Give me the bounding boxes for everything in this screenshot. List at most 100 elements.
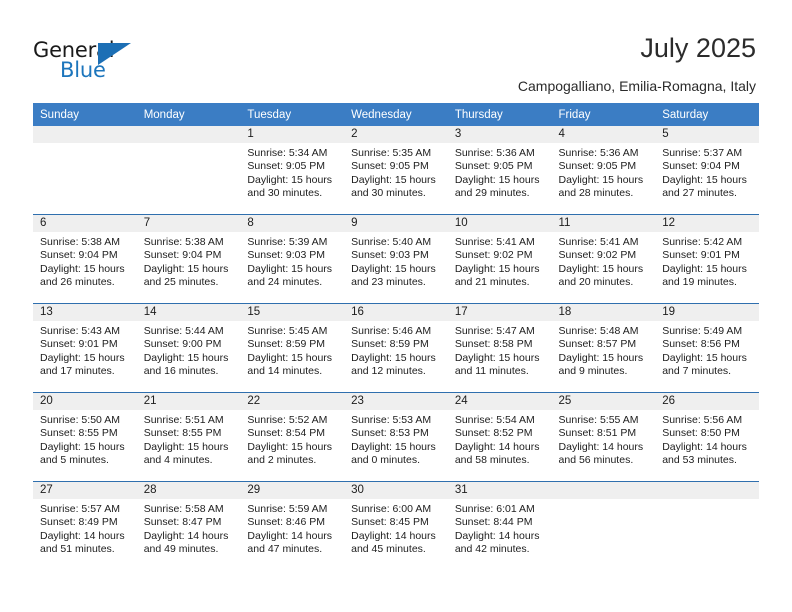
day-number: 8	[240, 215, 345, 232]
day-number: 21	[136, 393, 241, 410]
daylight-text: Daylight: 15 hours	[247, 440, 333, 453]
sunrise-text: Sunrise: 5:46 AM	[351, 325, 432, 337]
weekday-header-monday: Monday	[136, 103, 241, 126]
calendar-day-cell[interactable]: 13 Sunrise: 5:43 AM Sunset: 9:01 PM Dayligh…	[33, 303, 137, 393]
calendar-day-cell[interactable]: 17 Sunrise: 5:47 AM Sunset: 8:58 PM Dayligh…	[447, 303, 552, 393]
sun-info: Sunrise: 5:58 AM Sunset: 8:47 PM Daylight:…	[137, 499, 241, 557]
daylight-text: and 19 minutes.	[662, 276, 737, 289]
daylight-text: Daylight: 15 hours	[247, 262, 333, 275]
calendar-day-cell[interactable]: 20 Sunrise: 5:50 AM Sunset: 8:55 PM Dayligh…	[33, 392, 137, 482]
calendar-day-cell[interactable]: 6 Sunrise: 5:38 AM Sunset: 9:04 PM Daylight…	[33, 214, 137, 304]
calendar-day-cell-empty	[33, 126, 137, 215]
sun-info: Sunrise: 5:38 AM Sunset: 9:04 PM Daylight:…	[137, 232, 241, 290]
sun-info: Sunrise: 5:50 AM Sunset: 8:55 PM Daylight:…	[33, 410, 137, 468]
daylight-text: Daylight: 15 hours	[351, 351, 436, 364]
calendar-day-cell[interactable]: 25 Sunrise: 5:55 AM Sunset: 8:51 PM Dayligh…	[551, 392, 656, 482]
sunrise-text: Sunrise: 5:44 AM	[143, 325, 224, 337]
day-number	[655, 482, 759, 499]
day-number: 20	[33, 393, 137, 410]
generalblue-logo[interactable]: General Blue	[33, 38, 163, 84]
calendar-day-cell[interactable]: 27 Sunrise: 5:57 AM Sunset: 8:49 PM Dayligh…	[33, 481, 137, 570]
calendar-day-cell[interactable]: 5 Sunrise: 5:37 AM Sunset: 9:04 PM Daylight…	[655, 126, 759, 215]
page-title: July 2025	[640, 33, 756, 63]
day-number: 1	[240, 126, 345, 143]
sunset-text: Sunset: 9:03 PM	[247, 249, 326, 262]
daylight-text: and 14 minutes.	[247, 365, 323, 378]
sun-info: Sunrise: 5:53 AM Sunset: 8:53 PM Daylight:…	[344, 410, 448, 468]
sun-info: Sunrise: 5:43 AM Sunset: 9:01 PM Daylight:…	[33, 321, 137, 379]
daylight-text: and 21 minutes.	[454, 276, 530, 289]
sunset-text: Sunset: 9:00 PM	[143, 338, 222, 351]
daylight-text: Daylight: 15 hours	[454, 173, 540, 186]
sunrise-text: Sunrise: 5:58 AM	[143, 503, 224, 515]
day-number: 29	[240, 482, 345, 499]
calendar-day-cell[interactable]: 2 Sunrise: 5:35 AM Sunset: 9:05 PM Daylight…	[344, 126, 448, 215]
calendar-day-cell[interactable]: 24 Sunrise: 5:54 AM Sunset: 8:52 PM Dayligh…	[447, 392, 552, 482]
daylight-text: and 45 minutes.	[351, 543, 426, 556]
sunset-text: Sunset: 9:01 PM	[662, 249, 740, 262]
calendar-day-cell[interactable]: 23 Sunrise: 5:53 AM Sunset: 8:53 PM Dayligh…	[344, 392, 448, 482]
daylight-text: and 28 minutes.	[558, 187, 634, 200]
sunset-text: Sunset: 9:01 PM	[40, 338, 118, 351]
calendar-day-cell[interactable]: 4 Sunrise: 5:36 AM Sunset: 9:05 PM Daylight…	[551, 126, 656, 215]
daylight-text: and 30 minutes.	[351, 187, 426, 200]
day-number: 9	[344, 215, 448, 232]
day-number: 24	[447, 393, 552, 410]
calendar-day-cell[interactable]: 26 Sunrise: 5:56 AM Sunset: 8:50 PM Dayligh…	[655, 392, 759, 482]
sun-info: Sunrise: 5:54 AM Sunset: 8:52 PM Daylight:…	[448, 410, 552, 468]
calendar-day-cell-empty	[551, 481, 656, 570]
calendar-day-cell[interactable]: 9 Sunrise: 5:40 AM Sunset: 9:03 PM Daylight…	[344, 214, 448, 304]
calendar-day-cell[interactable]: 31 Sunrise: 6:01 AM Sunset: 8:44 PM Dayligh…	[447, 481, 552, 570]
sunset-text: Sunset: 8:57 PM	[558, 338, 637, 351]
calendar-day-cell[interactable]: 7 Sunrise: 5:38 AM Sunset: 9:04 PM Daylight…	[136, 214, 241, 304]
daylight-text: and 11 minutes.	[454, 365, 529, 378]
daylight-text: Daylight: 15 hours	[454, 351, 540, 364]
calendar-week-row: 1 Sunrise: 5:34 AM Sunset: 9:05 PM Daylight…	[33, 126, 759, 215]
calendar-day-cell[interactable]: 11 Sunrise: 5:41 AM Sunset: 9:02 PM Dayligh…	[551, 214, 656, 304]
calendar-day-cell[interactable]: 10 Sunrise: 5:41 AM Sunset: 9:02 PM Dayligh…	[447, 214, 552, 304]
daylight-text: and 16 minutes.	[143, 365, 219, 378]
sunset-text: Sunset: 8:54 PM	[247, 427, 326, 440]
day-number: 27	[33, 482, 137, 499]
sunset-text: Sunset: 8:44 PM	[454, 516, 533, 529]
calendar-day-cell[interactable]: 1 Sunrise: 5:34 AM Sunset: 9:05 PM Daylight…	[240, 126, 345, 215]
daylight-text: Daylight: 15 hours	[662, 351, 747, 364]
calendar-day-cell[interactable]: 14 Sunrise: 5:44 AM Sunset: 9:00 PM Dayligh…	[136, 303, 241, 393]
daylight-text: and 23 minutes.	[351, 276, 426, 289]
daylight-text: and 0 minutes.	[351, 454, 420, 467]
sunset-text: Sunset: 8:46 PM	[247, 516, 326, 529]
daylight-text: and 47 minutes.	[247, 543, 323, 556]
daylight-text: Daylight: 14 hours	[40, 529, 125, 542]
calendar-day-cell[interactable]: 8 Sunrise: 5:39 AM Sunset: 9:03 PM Daylight…	[240, 214, 345, 304]
day-number: 14	[136, 304, 241, 321]
calendar-day-cell[interactable]: 15 Sunrise: 5:45 AM Sunset: 8:59 PM Dayligh…	[240, 303, 345, 393]
calendar-page: General Blue July 2025 Campogalliano, Em…	[0, 0, 792, 612]
sun-info: Sunrise: 5:39 AM Sunset: 9:03 PM Daylight:…	[240, 232, 344, 290]
sunrise-text: Sunrise: 5:41 AM	[454, 236, 535, 248]
sunrise-text: Sunrise: 6:01 AM	[454, 503, 535, 515]
calendar-day-cell[interactable]: 21 Sunrise: 5:51 AM Sunset: 8:55 PM Dayligh…	[136, 392, 241, 482]
calendar-day-cell[interactable]: 19 Sunrise: 5:49 AM Sunset: 8:56 PM Dayligh…	[655, 303, 759, 393]
sun-info: Sunrise: 5:51 AM Sunset: 8:55 PM Daylight:…	[137, 410, 241, 468]
day-number: 31	[447, 482, 552, 499]
calendar-day-cell[interactable]: 28 Sunrise: 5:58 AM Sunset: 8:47 PM Dayligh…	[136, 481, 241, 570]
calendar-day-cell[interactable]: 18 Sunrise: 5:48 AM Sunset: 8:57 PM Dayligh…	[551, 303, 656, 393]
daylight-text: and 49 minutes.	[143, 543, 219, 556]
sunrise-text: Sunrise: 5:54 AM	[454, 414, 535, 426]
calendar-day-cell[interactable]: 16 Sunrise: 5:46 AM Sunset: 8:59 PM Dayligh…	[344, 303, 448, 393]
sunrise-text: Sunrise: 5:49 AM	[662, 325, 743, 337]
calendar-day-cell[interactable]: 22 Sunrise: 5:52 AM Sunset: 8:54 PM Dayligh…	[240, 392, 345, 482]
daylight-text: Daylight: 15 hours	[143, 440, 229, 453]
sun-info: Sunrise: 6:00 AM Sunset: 8:45 PM Daylight:…	[344, 499, 448, 557]
calendar-day-cell[interactable]: 3 Sunrise: 5:36 AM Sunset: 9:05 PM Daylight…	[447, 126, 552, 215]
sun-info: Sunrise: 5:45 AM Sunset: 8:59 PM Daylight:…	[240, 321, 344, 379]
sun-info: Sunrise: 5:49 AM Sunset: 8:56 PM Daylight:…	[655, 321, 759, 379]
sunset-text: Sunset: 9:02 PM	[454, 249, 533, 262]
day-number: 25	[551, 393, 656, 410]
calendar-day-cell[interactable]: 29 Sunrise: 5:59 AM Sunset: 8:46 PM Dayligh…	[240, 481, 345, 570]
calendar-day-cell[interactable]: 30 Sunrise: 6:00 AM Sunset: 8:45 PM Dayligh…	[344, 481, 448, 570]
sun-info: Sunrise: 5:52 AM Sunset: 8:54 PM Daylight:…	[240, 410, 344, 468]
calendar-day-cell[interactable]: 12 Sunrise: 5:42 AM Sunset: 9:01 PM Dayligh…	[655, 214, 759, 304]
sunrise-text: Sunrise: 5:34 AM	[247, 147, 328, 159]
sunrise-text: Sunrise: 5:48 AM	[558, 325, 639, 337]
